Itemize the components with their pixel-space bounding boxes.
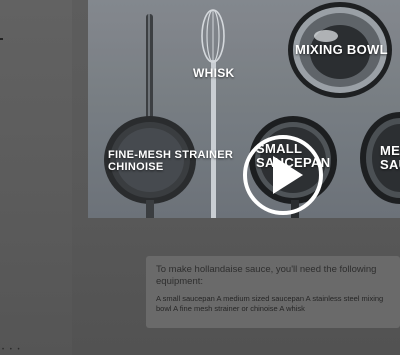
caption-intro: To make hollandaise sauce, you'll need t… [156, 264, 377, 287]
whisk-handle [211, 60, 216, 218]
play-icon [273, 156, 303, 194]
caption-list-line-2: bowl A fine mesh strainer or chinoise A … [156, 304, 305, 313]
label-mixing-bowl: MIXING BOWL [295, 42, 388, 57]
caption-list-line-1: A small saucepan A medium sized saucepan… [156, 294, 384, 303]
label-whisk: WHISK [193, 66, 235, 80]
video-thumbnail[interactable]: WHISK MIXING BOWL FINE-MESH STRAINER CHI… [88, 0, 400, 218]
caption-box: To make hollandaise sauce, you'll need t… [146, 256, 400, 328]
play-button[interactable] [243, 135, 323, 215]
left-panel: • • • [0, 0, 72, 355]
left-panel-dots: • • • [2, 347, 22, 353]
page: • • • WHISK MIXING BOWL FINE-MESH STRAIN… [0, 0, 400, 355]
label-strainer: FINE-MESH STRAINER CHINOISE [108, 149, 234, 173]
label-medium-saucepan: ME SAU [380, 143, 400, 172]
left-panel-marker [0, 38, 3, 40]
